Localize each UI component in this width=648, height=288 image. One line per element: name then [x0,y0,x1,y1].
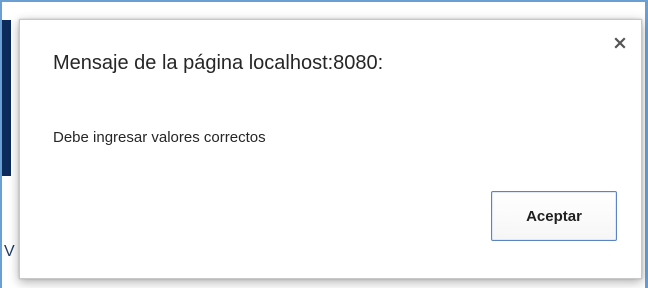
alert-dialog: Mensaje de la página localhost:8080: Deb… [19,19,642,279]
close-icon [614,37,626,49]
dialog-title: Mensaje de la página localhost:8080: [53,52,384,74]
browser-page: V Mensaje de la página localhost:8080: D… [0,0,648,288]
background-sidebar-strip [2,20,11,176]
accept-button[interactable]: Aceptar [491,191,617,241]
frame-border-top [0,0,648,2]
close-button[interactable] [609,32,631,54]
background-partial-text: V [4,243,15,260]
dialog-message: Debe ingresar valores correctos [53,129,266,146]
